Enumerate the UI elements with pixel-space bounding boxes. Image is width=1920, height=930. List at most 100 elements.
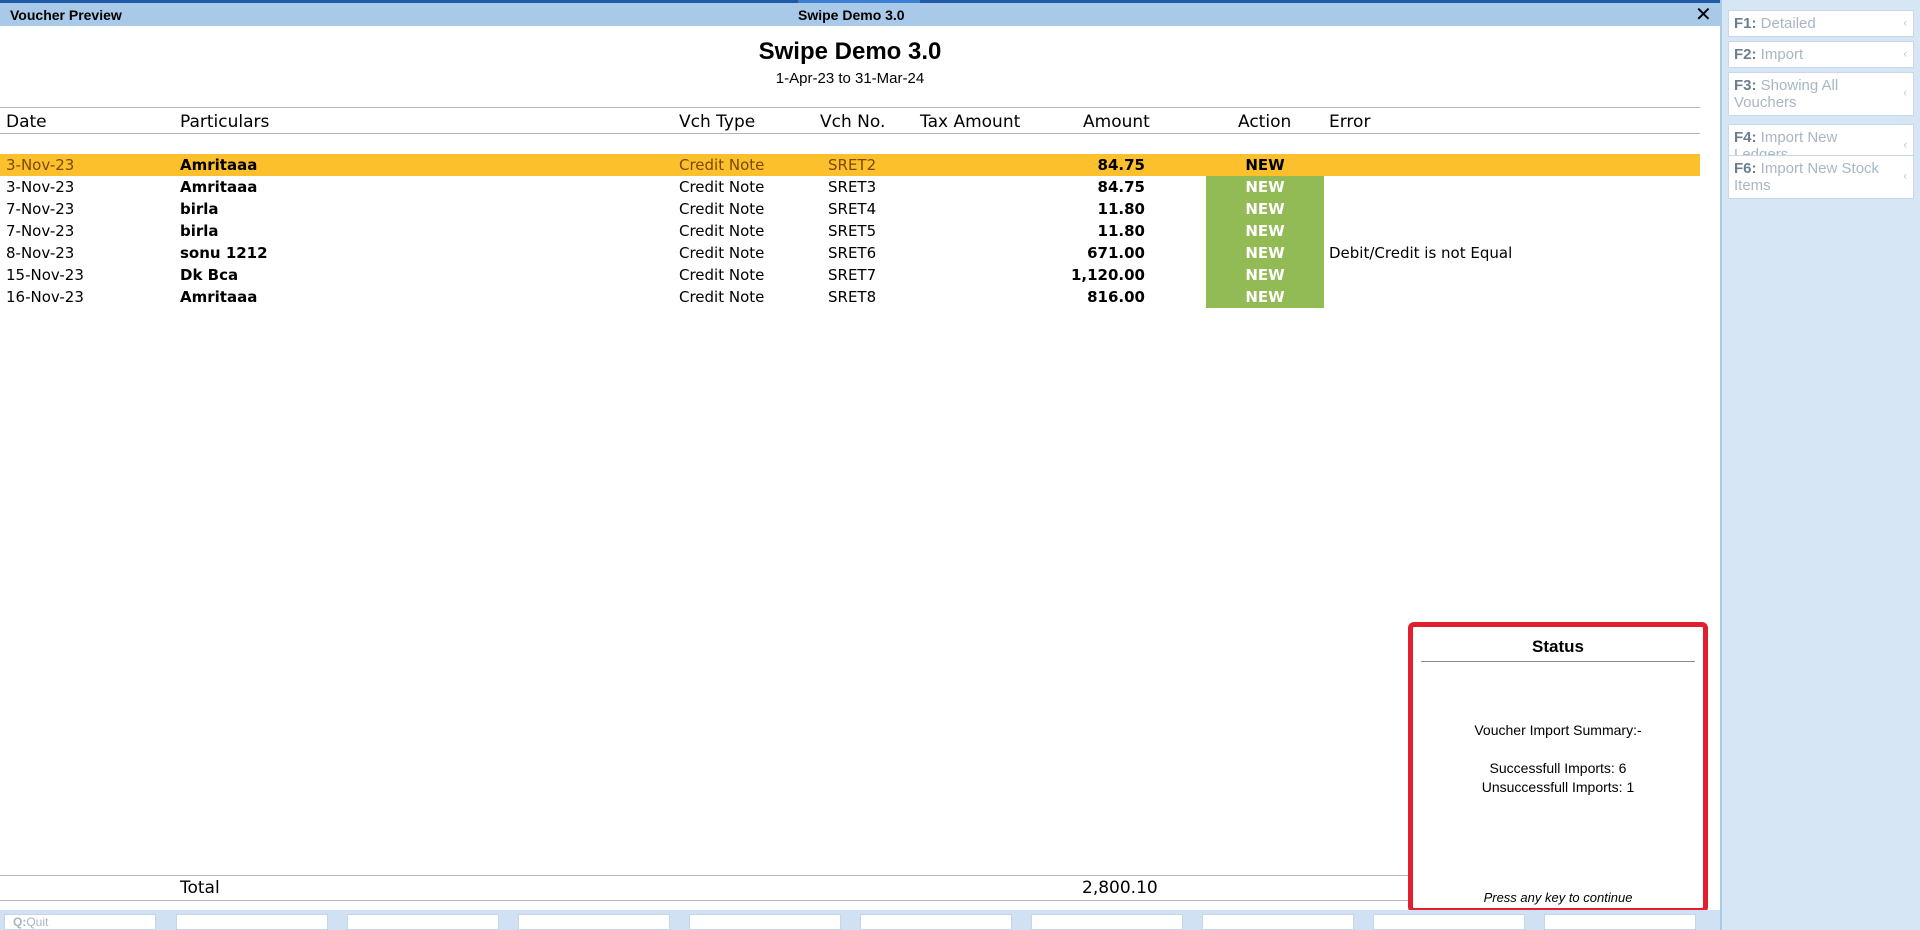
table-row[interactable]: 7-Nov-23 birla Credit Note SRET5 11.80 N… (0, 220, 1700, 242)
cell-action-badge: NEW (1245, 156, 1285, 174)
column-header-particulars: Particulars (180, 112, 270, 132)
total-bottom-divider (0, 900, 1410, 901)
cell-action-badge: NEW (1206, 198, 1324, 220)
column-header-vch-type: Vch Type (679, 112, 756, 132)
voucher-preview-panel: Voucher Preview Swipe Demo 3.0 ✕ Swipe D… (0, 0, 1720, 930)
bottom-button-slot[interactable] (347, 914, 499, 930)
quit-label: Quit (26, 915, 49, 929)
bottom-button-slot[interactable] (518, 914, 670, 930)
close-icon[interactable]: ✕ (1695, 2, 1712, 27)
f2-label: Import (1760, 46, 1804, 63)
cell-amount: 84.75 (1097, 178, 1145, 196)
header-bottom-divider (0, 133, 1700, 134)
bottom-button-slot[interactable] (689, 914, 841, 930)
table-row[interactable]: 7-Nov-23 birla Credit Note SRET4 11.80 N… (0, 198, 1700, 220)
column-header-vch-no: Vch No. (820, 112, 886, 132)
cell-date: 7-Nov-23 (6, 200, 75, 218)
tally-app: Voucher Preview Swipe Demo 3.0 ✕ Swipe D… (0, 0, 1920, 930)
cell-particulars: birla (180, 200, 219, 218)
total-top-divider (0, 875, 1410, 876)
cell-vch-type: Credit Note (679, 244, 765, 262)
bottom-button-slot[interactable] (1373, 914, 1525, 930)
status-title: Status (1532, 637, 1584, 656)
cell-date: 8-Nov-23 (6, 244, 75, 262)
bottom-button-slot[interactable] (1202, 914, 1354, 930)
f3-key: F3: (1734, 77, 1757, 94)
report-company-title: Swipe Demo 3.0 (758, 38, 942, 65)
quit-button[interactable]: Q:Quit (4, 914, 156, 930)
cell-vch-type: Credit Note (679, 266, 765, 284)
right-button-bar: F1: Detailed ‹ F2: Import ‹ F3: Showing … (1720, 0, 1920, 930)
total-label: Total (180, 878, 220, 898)
cell-action-badge: NEW (1206, 220, 1324, 242)
f4-key: F4: (1734, 129, 1757, 146)
quit-key: Q: (13, 915, 27, 929)
f1-detailed-button[interactable]: F1: Detailed ‹ (1728, 10, 1914, 37)
cell-particulars: Amritaaa (180, 288, 258, 306)
cell-vch-no: SRET7 (828, 266, 877, 284)
cell-amount: 671.00 (1087, 244, 1145, 262)
f1-key: F1: (1734, 15, 1757, 32)
table-row[interactable]: 16-Nov-23 Amritaaa Credit Note SRET8 816… (0, 286, 1700, 308)
title-bar: Voucher Preview Swipe Demo 3.0 ✕ (0, 3, 1720, 26)
cell-amount: 11.80 (1097, 200, 1145, 218)
cell-date: 3-Nov-23 (6, 178, 75, 196)
table-row[interactable]: 8-Nov-23 sonu 1212 Credit Note SRET6 671… (0, 242, 1700, 264)
cell-error: Debit/Credit is not Equal (1329, 244, 1513, 262)
f2-import-button[interactable]: F2: Import ‹ (1728, 41, 1914, 68)
cell-vch-type: Credit Note (679, 200, 765, 218)
cell-amount: 816.00 (1087, 288, 1145, 306)
chevron-left-icon: ‹ (1903, 17, 1907, 29)
report-period: 1-Apr-23 to 31-Mar-24 (775, 70, 925, 87)
cell-action-badge: NEW (1206, 242, 1324, 264)
cell-particulars: birla (180, 222, 219, 240)
cell-vch-no: SRET6 (828, 244, 877, 262)
status-dialog[interactable]: Status Voucher Import Summary:- Successf… (1408, 622, 1708, 913)
table-row[interactable]: 3-Nov-23 Amritaaa Credit Note SRET2 84.7… (0, 154, 1700, 176)
cell-particulars: Dk Bca (180, 266, 239, 284)
column-header-action: Action (1238, 112, 1292, 132)
unsuccessful-imports-count: Unsuccessfull Imports: 1 (1481, 779, 1635, 795)
bottom-button-slot[interactable] (1031, 914, 1183, 930)
header-top-divider (0, 107, 1700, 108)
column-header-tax-amount: Tax Amount (920, 112, 1021, 132)
column-header-amount: Amount (1083, 112, 1150, 132)
f6-key: F6: (1734, 160, 1757, 177)
cell-amount: 11.80 (1097, 222, 1145, 240)
table-row[interactable]: 3-Nov-23 Amritaaa Credit Note SRET3 84.7… (0, 176, 1700, 198)
bottom-button-bar: Q:Quit (0, 910, 1720, 930)
f2-key: F2: (1734, 46, 1757, 63)
f1-label: Detailed (1760, 15, 1816, 32)
cell-vch-no: SRET5 (828, 222, 877, 240)
cell-vch-no: SRET8 (828, 288, 877, 306)
import-summary-heading: Voucher Import Summary:- (1474, 722, 1642, 738)
cell-vch-type: Credit Note (679, 222, 765, 240)
cell-vch-no: SRET4 (828, 200, 877, 218)
cell-vch-no: SRET2 (828, 156, 877, 174)
continue-prompt: Press any key to continue (1483, 890, 1633, 905)
cell-action-badge: NEW (1206, 176, 1324, 198)
cell-vch-no: SRET3 (828, 178, 877, 196)
cell-vch-type: Credit Note (679, 178, 765, 196)
table-row[interactable]: 15-Nov-23 Dk Bca Credit Note SRET7 1,120… (0, 264, 1700, 286)
bottom-button-slot[interactable] (176, 914, 328, 930)
cell-vch-type: Credit Note (679, 156, 765, 174)
column-header-date: Date (6, 112, 47, 132)
company-tab-title: Swipe Demo 3.0 (798, 7, 905, 23)
cell-action-badge: NEW (1206, 286, 1324, 308)
total-amount: 2,800.10 (1082, 878, 1158, 898)
cell-vch-type: Credit Note (679, 288, 765, 306)
cell-amount: 1,120.00 (1070, 266, 1145, 284)
voucher-table-body: 3-Nov-23 Amritaaa Credit Note SRET2 84.7… (0, 154, 1700, 308)
chevron-left-icon: ‹ (1903, 87, 1907, 100)
bottom-button-slot[interactable] (860, 914, 1012, 930)
bottom-button-slot[interactable] (1544, 914, 1696, 930)
cell-date: 3-Nov-23 (6, 156, 75, 174)
status-divider (1421, 661, 1695, 662)
column-header-error: Error (1329, 112, 1371, 132)
chevron-left-icon: ‹ (1903, 170, 1907, 183)
cell-particulars: Amritaaa (180, 178, 258, 196)
cell-date: 16-Nov-23 (6, 288, 84, 306)
f3-show-all-vouchers-button[interactable]: F3: Showing All Vouchers ‹ (1728, 72, 1914, 116)
f6-import-new-stock-items-button[interactable]: F6: Import New Stock Items ‹ (1728, 155, 1914, 199)
